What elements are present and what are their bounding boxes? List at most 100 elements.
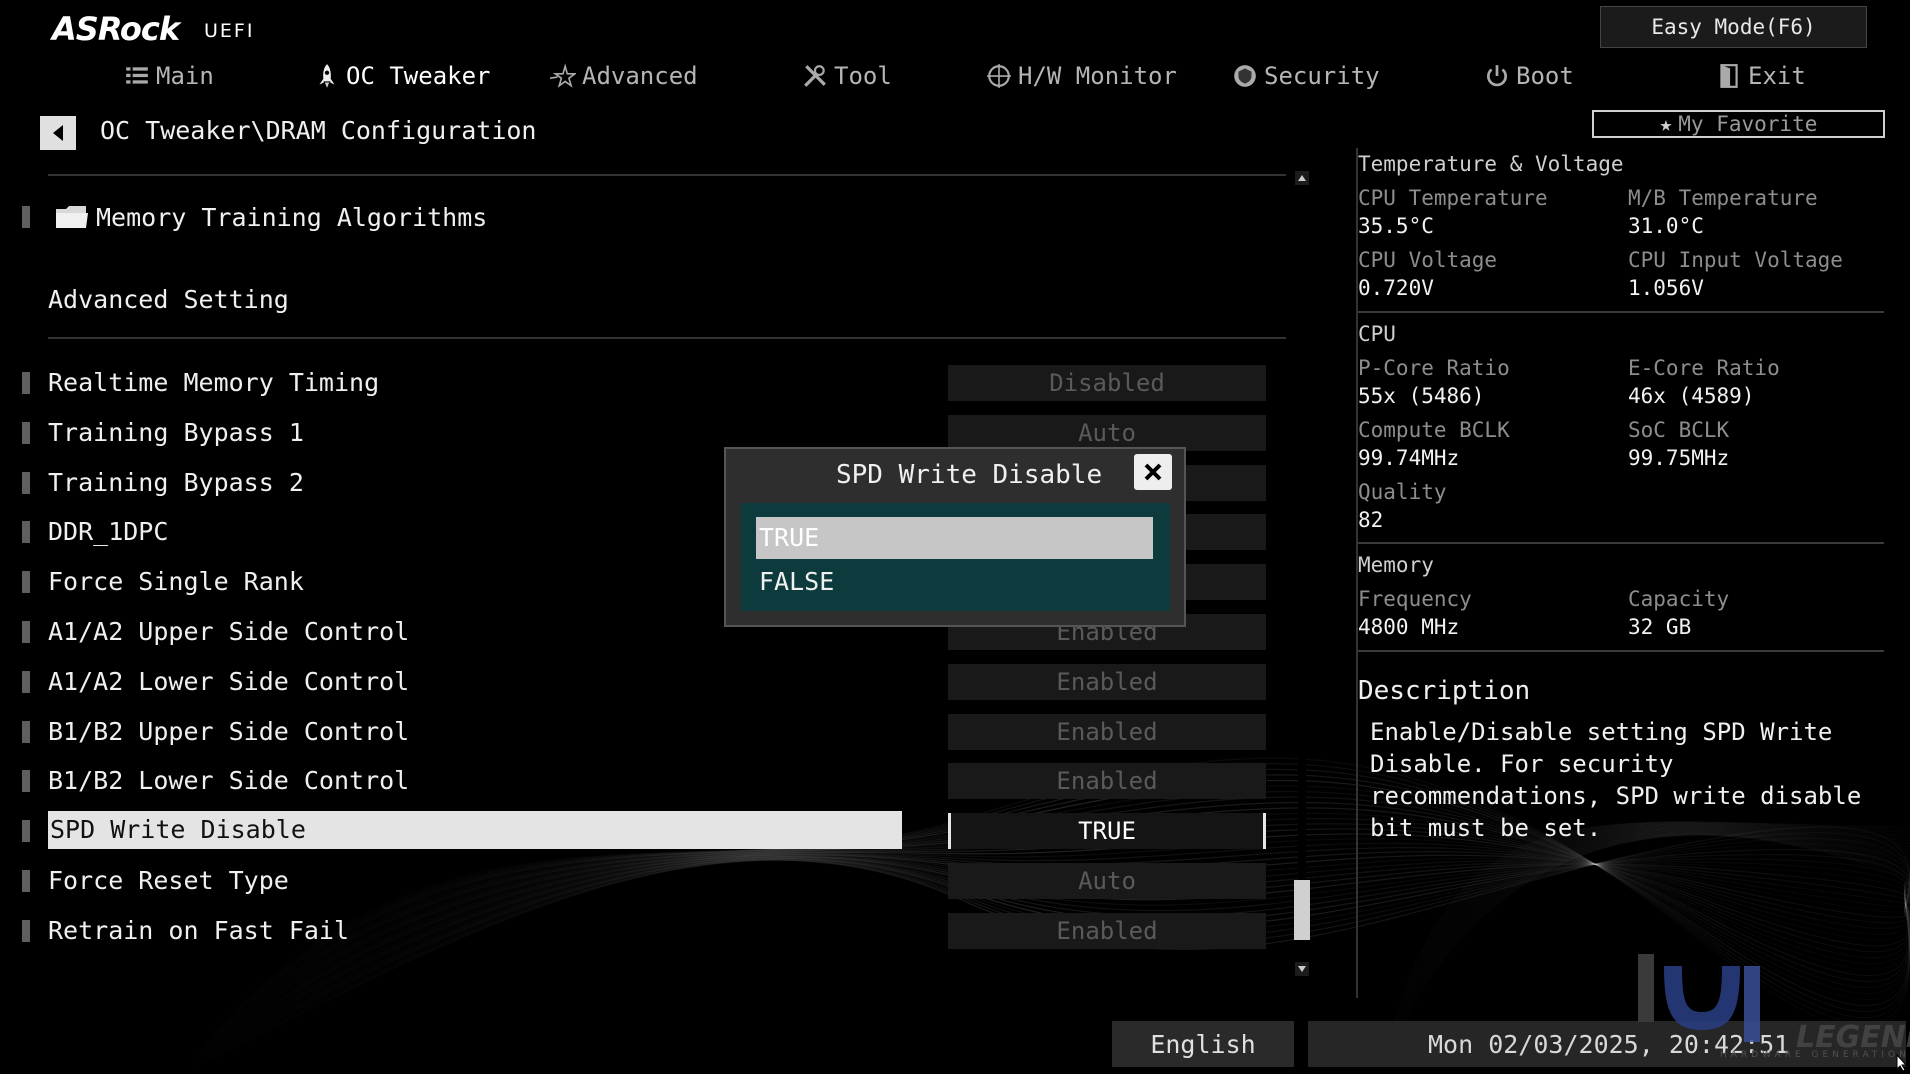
back-arrow-icon	[53, 125, 63, 141]
description-title: Description	[1358, 676, 1531, 706]
setting-label: A1/A2 Upper Side Control	[48, 617, 410, 646]
capacity-label: Capacity	[1628, 587, 1730, 611]
cpu-voltage-label: CPU Voltage	[1358, 248, 1498, 272]
tools-icon	[804, 65, 826, 87]
section-title: Advanced Setting	[48, 285, 289, 314]
mb-temp-value: 31.0°C	[1628, 214, 1704, 238]
tab-advanced[interactable]: Advanced	[550, 56, 698, 96]
scroll-down-button[interactable]	[1295, 962, 1309, 976]
row-bullet	[22, 372, 30, 394]
divider	[48, 337, 1286, 339]
shield-icon	[1234, 65, 1256, 87]
tab-main[interactable]: Main	[124, 56, 214, 96]
frequency-value: 4800 MHz	[1358, 615, 1460, 639]
compute-bclk-value: 99.74MHz	[1358, 446, 1460, 470]
info-panel	[1356, 148, 1888, 998]
setting-label: B1/B2 Upper Side Control	[48, 717, 410, 746]
row-bullet	[22, 870, 30, 892]
setting-row[interactable]: Retrain on Fast Fail Enabled	[0, 911, 1270, 951]
row-bullet	[22, 820, 30, 842]
tab-exit[interactable]: Exit	[1716, 56, 1806, 96]
star-icon: ★	[1659, 112, 1673, 136]
setting-value[interactable]: Disabled	[948, 365, 1266, 401]
uefi-logo: UEFI	[204, 20, 255, 42]
tab-tool[interactable]: Tool	[802, 56, 892, 96]
watermark-subtext: HARDWARE GENERATION	[1720, 1050, 1910, 1060]
tab-security[interactable]: Security	[1232, 56, 1380, 96]
setting-label: Realtime Memory Timing	[48, 368, 380, 397]
setting-row[interactable]: B1/B2 Upper Side Control Enabled	[0, 712, 1270, 752]
easy-mode-button[interactable]: Easy Mode(F6)	[1600, 6, 1867, 48]
exit-door-icon	[1720, 64, 1738, 88]
folder-label: Memory Training Algorithms	[96, 202, 488, 232]
tab-exit-label: Exit	[1748, 62, 1806, 90]
folder-icon	[56, 206, 88, 228]
folder-memory-training-algorithms[interactable]: Memory Training Algorithms	[20, 197, 487, 237]
setting-label: DDR_1DPC	[48, 517, 169, 546]
dialog-close-button[interactable]	[1134, 454, 1172, 490]
frequency-label: Frequency	[1358, 587, 1472, 611]
scroll-up-button[interactable]	[1295, 171, 1309, 185]
setting-row[interactable]: Realtime Memory Timing Disabled	[0, 363, 1270, 403]
tab-tool-label: Tool	[834, 62, 892, 90]
setting-row[interactable]: A1/A2 Lower Side Control Enabled	[0, 662, 1270, 702]
setting-value[interactable]: Enabled	[948, 763, 1266, 799]
setting-label: Force Reset Type	[48, 866, 289, 895]
dialog-title: SPD Write Disable	[836, 460, 1103, 490]
my-favorite-label: My Favorite	[1678, 112, 1818, 136]
row-bullet	[22, 721, 30, 743]
setting-label: A1/A2 Lower Side Control	[48, 667, 410, 696]
row-bullet	[22, 206, 30, 228]
setting-row[interactable]: SPD Write Disable TRUE	[0, 811, 1270, 851]
setting-row[interactable]: B1/B2 Lower Side Control Enabled	[0, 761, 1270, 801]
cpu-title: CPU	[1358, 322, 1396, 346]
option-true[interactable]: TRUE	[756, 517, 1153, 559]
tab-hw-monitor-label: H/W Monitor	[1018, 62, 1177, 90]
row-bullet	[22, 621, 30, 643]
tab-advanced-label: Advanced	[582, 62, 698, 90]
row-bullet	[22, 571, 30, 593]
cpu-temp-label: CPU Temperature	[1358, 186, 1548, 210]
list-icon	[126, 67, 148, 84]
tab-main-label: Main	[156, 62, 214, 90]
pcore-ratio-label: P-Core Ratio	[1358, 356, 1510, 380]
tab-boot[interactable]: Boot	[1484, 56, 1574, 96]
cpu-voltage-value: 0.720V	[1358, 276, 1434, 300]
setting-label: Force Single Rank	[48, 567, 304, 596]
soc-bclk-label: SoC BCLK	[1628, 418, 1730, 442]
scrollbar-thumb[interactable]	[1294, 880, 1310, 940]
breadcrumb: OC Tweaker\DRAM Configuration	[100, 116, 537, 145]
scroll-down-icon	[1298, 966, 1306, 972]
soc-bclk-value: 99.75MHz	[1628, 446, 1730, 470]
setting-value[interactable]: Enabled	[948, 714, 1266, 750]
ecore-ratio-value: 46x (4589)	[1628, 384, 1755, 408]
tab-oc-tweaker[interactable]: OC Tweaker	[314, 56, 491, 96]
power-icon	[1487, 65, 1507, 87]
setting-value[interactable]: TRUE	[948, 813, 1266, 849]
setting-row[interactable]: Force Reset Type Auto	[0, 861, 1270, 901]
back-button[interactable]	[40, 116, 76, 150]
setting-label: B1/B2 Lower Side Control	[48, 766, 410, 795]
row-bullet	[22, 671, 30, 693]
setting-value[interactable]: Auto	[948, 415, 1266, 451]
quality-value: 82	[1358, 508, 1384, 532]
scrollbar-track[interactable]	[1298, 185, 1306, 955]
capacity-value: 32 GB	[1628, 615, 1692, 639]
description-text: Enable/Disable setting SPD Write Disable…	[1370, 718, 1862, 842]
memory-title: Memory	[1358, 553, 1434, 577]
language-button[interactable]: English	[1112, 1021, 1294, 1067]
temp-voltage-title: Temperature & Voltage	[1358, 152, 1624, 176]
divider	[1358, 650, 1884, 652]
divider	[1358, 311, 1884, 313]
ecore-ratio-label: E-Core Ratio	[1628, 356, 1780, 380]
setting-value[interactable]: Enabled	[948, 913, 1266, 949]
tab-boot-label: Boot	[1516, 62, 1574, 90]
star-advanced-icon	[550, 63, 576, 88]
scroll-up-icon	[1298, 175, 1306, 181]
option-false[interactable]: FALSE	[756, 561, 1153, 603]
tab-hw-monitor[interactable]: H/W Monitor	[986, 56, 1177, 96]
setting-value[interactable]: Enabled	[948, 664, 1266, 700]
my-favorite-button[interactable]: ★ My Favorite	[1592, 110, 1885, 138]
setting-value[interactable]: Auto	[948, 863, 1266, 899]
divider	[48, 174, 1286, 176]
